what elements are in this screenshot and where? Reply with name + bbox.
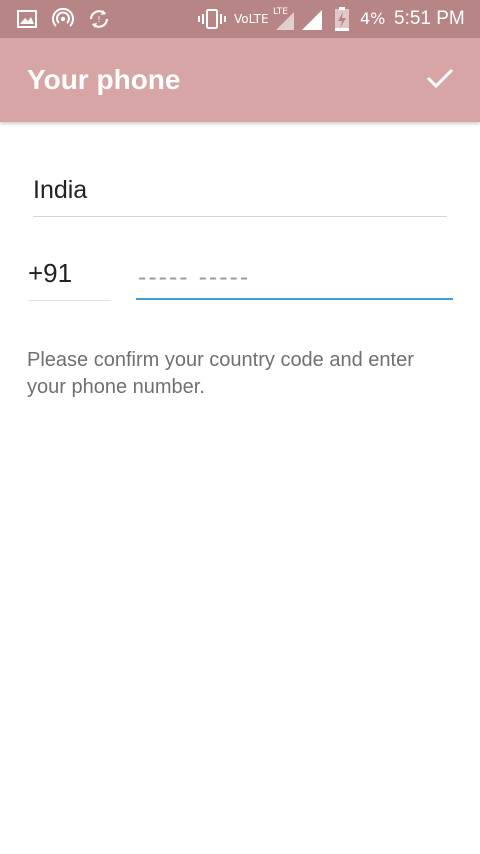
svg-text:!: ! — [97, 15, 100, 24]
hotspot-icon — [50, 0, 76, 38]
country-name: India — [33, 176, 88, 204]
gallery-icon — [16, 0, 38, 38]
confirm-button[interactable] — [418, 58, 462, 102]
country-code-field[interactable]: +91 — [28, 256, 111, 301]
country-code-value: +91 — [28, 258, 73, 288]
check-icon — [426, 67, 454, 93]
phone-number-input[interactable] — [136, 256, 453, 300]
volte-label: VoLTE — [234, 12, 269, 26]
signal-icon — [272, 0, 324, 38]
country-selector[interactable]: India — [33, 172, 447, 217]
battery-percent: 4% — [360, 9, 386, 28]
vibrate-icon — [198, 0, 226, 38]
battery-icon — [332, 0, 352, 38]
instruction-text: Please confirm your country code and ent… — [27, 349, 414, 398]
app-toolbar: Your phone — [0, 38, 480, 122]
sync-icon: ! — [86, 0, 112, 38]
status-bar: ! VoLTE LTE 4% 5:51 PM — [0, 0, 480, 38]
page-title: Your phone — [27, 64, 181, 95]
status-time: 5:51 PM — [394, 8, 465, 29]
